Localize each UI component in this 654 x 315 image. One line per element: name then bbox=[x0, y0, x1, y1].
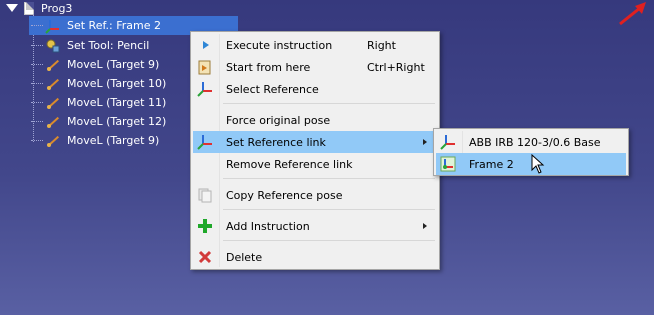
menu-item-label: Start from here bbox=[226, 60, 311, 74]
tree-item-label: Set Tool: Pencil bbox=[67, 39, 150, 52]
tree-item-label: MoveL (Target 10) bbox=[67, 77, 167, 90]
tree-item-movel[interactable]: MoveL (Target 9) bbox=[31, 131, 159, 150]
menu-item-select-reference[interactable]: Select Reference bbox=[193, 78, 437, 100]
tree-item-label: MoveL (Target 12) bbox=[67, 115, 167, 128]
menu-separator bbox=[223, 178, 435, 179]
menu-item-start-from-here[interactable]: Start from here Ctrl+Right bbox=[193, 56, 437, 78]
menu-item-label: Frame 2 bbox=[469, 157, 514, 171]
menu-item-label: Select Reference bbox=[226, 82, 319, 96]
menu-item-label: Delete bbox=[226, 250, 263, 264]
tree-item-movel[interactable]: MoveL (Target 10) bbox=[31, 74, 166, 93]
menu-item-force-original-pose[interactable]: Force original pose bbox=[193, 109, 437, 131]
tree-branch-line bbox=[31, 101, 43, 104]
delete-x-icon bbox=[197, 249, 213, 265]
tree-item-set-tool[interactable]: Set Tool: Pencil bbox=[31, 36, 149, 55]
tree-root-label: Prog3 bbox=[41, 1, 73, 15]
menu-item-set-reference-link[interactable]: Set Reference link bbox=[193, 131, 437, 153]
tree-item-movel[interactable]: MoveL (Target 12) bbox=[31, 112, 166, 131]
submenu-arrow-icon bbox=[423, 223, 427, 229]
menu-item-label: Force original pose bbox=[226, 113, 331, 127]
menu-item-shortcut: Right bbox=[367, 38, 396, 52]
tree-item-label: MoveL (Target 11) bbox=[67, 96, 167, 109]
menu-item-label: Remove Reference link bbox=[226, 157, 353, 171]
menu-separator bbox=[223, 103, 435, 104]
viewport-background: { "tree": { "root_label": "Prog3", "item… bbox=[0, 0, 654, 315]
tree-item-label: MoveL (Target 9) bbox=[67, 58, 160, 71]
axes-icon bbox=[197, 81, 213, 97]
menu-item-delete[interactable]: Delete bbox=[193, 246, 437, 268]
copy-icon bbox=[197, 187, 213, 203]
tree-branch-line bbox=[31, 120, 43, 123]
tree-branch-line bbox=[31, 82, 43, 85]
menu-separator bbox=[223, 209, 435, 210]
tree-branch-line bbox=[31, 139, 43, 142]
tree-branch-line bbox=[31, 24, 43, 27]
menu-item-copy-reference-pose[interactable]: Copy Reference pose bbox=[193, 184, 437, 206]
menu-item-label: Set Reference link bbox=[226, 135, 326, 149]
menu-item-add-instruction[interactable]: Add Instruction bbox=[193, 215, 437, 237]
move-icon bbox=[45, 95, 61, 111]
mouse-cursor-icon bbox=[531, 154, 545, 174]
menu-separator bbox=[223, 240, 435, 241]
plus-icon bbox=[197, 218, 213, 234]
menu-item-label: Execute instruction bbox=[226, 38, 333, 52]
menu-item-execute-instruction[interactable]: Execute instruction Right bbox=[193, 34, 437, 56]
tree-item-movel[interactable]: MoveL (Target 11) bbox=[31, 93, 166, 112]
move-icon bbox=[45, 114, 61, 130]
program-document-icon bbox=[24, 1, 34, 15]
tree-root-prog3[interactable]: Prog3 bbox=[6, 0, 72, 16]
start-here-icon bbox=[197, 59, 213, 75]
tree-item-movel[interactable]: MoveL (Target 9) bbox=[31, 55, 159, 74]
tool-icon bbox=[45, 38, 61, 54]
frame-icon bbox=[440, 156, 456, 172]
tree-item-label: MoveL (Target 9) bbox=[67, 134, 160, 147]
context-menu: Execute instruction Right Start from her… bbox=[190, 31, 440, 270]
tree-item-label: Set Ref.: Frame 2 bbox=[67, 19, 162, 32]
reference-frame-icon bbox=[45, 18, 61, 34]
submenu-item-abb-base[interactable]: ABB IRB 120-3/0.6 Base bbox=[436, 131, 626, 153]
tree-branch-line bbox=[31, 44, 43, 47]
collapse-triangle-icon[interactable] bbox=[6, 4, 18, 12]
menu-item-remove-reference-link[interactable]: Remove Reference link bbox=[193, 153, 437, 175]
axes-icon bbox=[440, 134, 456, 150]
axes-icon bbox=[197, 134, 213, 150]
move-icon bbox=[45, 76, 61, 92]
move-icon bbox=[45, 57, 61, 73]
menu-item-label: Copy Reference pose bbox=[226, 188, 343, 202]
move-icon bbox=[45, 133, 61, 149]
menu-item-label: ABB IRB 120-3/0.6 Base bbox=[469, 135, 601, 149]
menu-item-shortcut: Ctrl+Right bbox=[367, 60, 425, 74]
menu-item-label: Add Instruction bbox=[226, 219, 310, 233]
submenu-arrow-icon bbox=[423, 139, 427, 145]
tree-branch-line bbox=[31, 63, 43, 66]
play-icon bbox=[197, 37, 213, 53]
axis-arrow-icon bbox=[619, 2, 646, 26]
